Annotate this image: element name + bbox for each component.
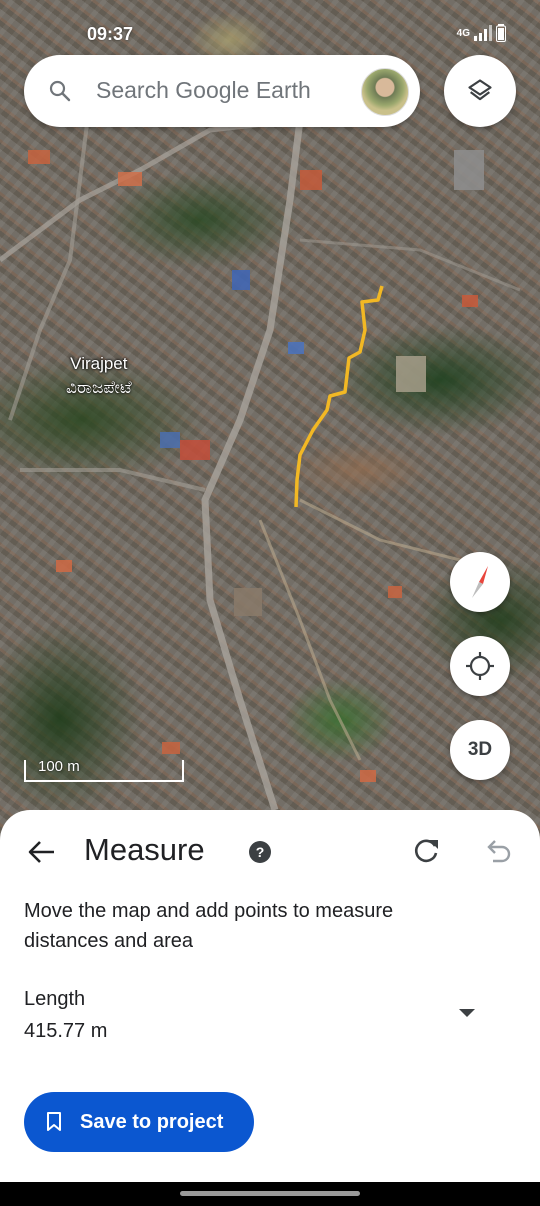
my-location-icon <box>466 652 494 680</box>
save-to-project-button[interactable]: Save to project <box>24 1092 254 1152</box>
satellite-map[interactable]: 09:37 4G Search Google Earth Virajpet ವಿ… <box>0 0 540 840</box>
3d-toggle-button[interactable]: 3D <box>450 720 510 780</box>
compass-icon <box>472 566 488 598</box>
search-icon[interactable] <box>48 79 72 103</box>
search-input[interactable]: Search Google Earth <box>96 77 311 104</box>
my-location-button[interactable] <box>450 636 510 696</box>
save-to-project-label: Save to project <box>80 1110 224 1133</box>
help-icon[interactable]: ? <box>249 841 271 863</box>
scale-bar: 100 m <box>24 758 184 782</box>
redo-icon[interactable] <box>411 836 441 866</box>
length-label: Length <box>24 988 86 1010</box>
avatar[interactable] <box>361 68 409 116</box>
length-value: 415.77 m <box>24 1020 108 1042</box>
measure-line <box>294 285 384 508</box>
layers-icon <box>468 79 492 101</box>
scale-label: 100 m <box>38 758 80 775</box>
status-time: 09:37 <box>87 24 134 44</box>
arrow-back-icon[interactable] <box>26 836 58 868</box>
home-indicator[interactable] <box>180 1191 360 1196</box>
measure-instructions: Move the map and add points to measure d… <box>24 900 394 952</box>
network-type: 4G <box>456 27 470 39</box>
svg-text:?: ? <box>256 844 265 860</box>
measure-panel: Measure ? Move the map and add points to… <box>0 810 540 1182</box>
undo-icon[interactable] <box>484 838 512 864</box>
search-bar[interactable]: Search Google Earth <box>24 55 420 127</box>
system-nav-bar <box>0 1182 540 1206</box>
bookmark-icon <box>47 1112 61 1131</box>
place-label-kannada: ವಿರಾಜಪೇಟೆ <box>66 378 132 397</box>
layers-button[interactable] <box>444 55 516 127</box>
status-icons: 4G <box>457 24 506 42</box>
place-label: Virajpet ವಿರಾಜಪೇಟೆ <box>66 352 132 400</box>
compass-button[interactable] <box>450 552 510 612</box>
battery-icon <box>496 24 506 42</box>
signal-icon <box>474 25 492 41</box>
place-label-english: Virajpet <box>70 354 128 373</box>
dropdown-arrow-icon[interactable] <box>458 1008 476 1018</box>
page-title: Measure <box>84 832 205 867</box>
